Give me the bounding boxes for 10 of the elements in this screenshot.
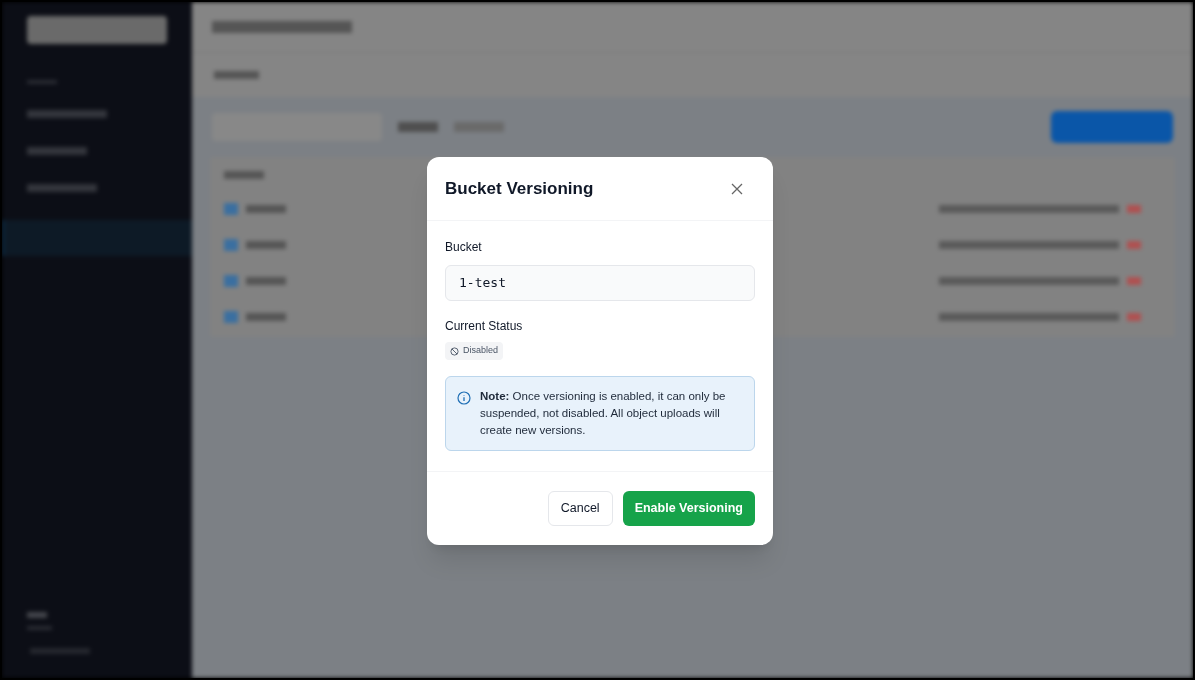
bucket-field: 1-test: [445, 265, 755, 301]
close-icon[interactable]: [731, 182, 743, 195]
status-text: Disabled: [463, 344, 499, 358]
note-text: Note: Once versioning is enabled, it can only be suspended, not disabled. All object uploads will create new versions.: [480, 389, 727, 438]
info-icon: [457, 391, 471, 405]
cancel-button[interactable]: Cancel: [547, 491, 613, 526]
dialog-title: Bucket Versioning: [445, 177, 594, 200]
blocked-icon: [450, 346, 459, 356]
field-label: Bucket: [445, 239, 483, 256]
field-label: Current Status: [445, 318, 524, 335]
